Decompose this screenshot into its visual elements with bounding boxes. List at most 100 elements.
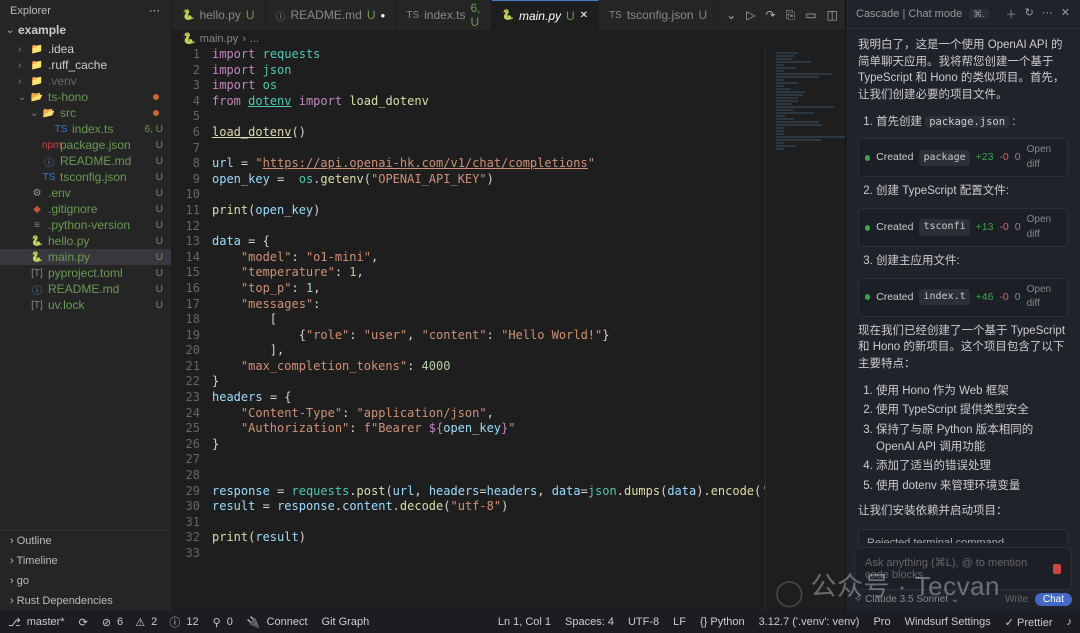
tab-action-0[interactable]: ⌄ [726,8,736,23]
code-line[interactable] [212,219,765,235]
git-branch[interactable]: ⎇ master* [8,616,65,629]
tree-item-pyprojecttoml[interactable]: [T]pyproject.tomlU [0,265,171,281]
status-spaces[interactable]: Spaces: 4 [565,616,614,628]
write-mode-button[interactable]: Write [1005,594,1028,605]
code-editor[interactable]: 1234567891011121314151617181920212223242… [172,47,845,611]
code-line[interactable] [212,187,765,203]
tree-item-ruff_cache[interactable]: ›📁.ruff_cache [0,57,171,73]
status-lncol[interactable]: Ln 1, Col 1 [498,616,551,628]
problems[interactable]: ⊘ 6 ⚠ 2 ⓘ 12 [102,614,199,630]
close-icon[interactable]: ✕ [1061,6,1070,22]
diff-card-2[interactable]: Created tsconfi +13 -0 0 Open diff [858,208,1068,247]
code-line[interactable]: "top_p": 1, [212,281,765,297]
code-line[interactable] [212,468,765,484]
code-line[interactable]: response = requests.post(url, headers=he… [212,484,765,500]
open-diff-button[interactable]: Open diff [1027,283,1061,312]
tab-indexts[interactable]: TSindex.ts6, U [396,0,491,30]
code-line[interactable] [212,452,765,468]
code-line[interactable]: from dotenv import load_dotenv [212,94,765,110]
tab-action-1[interactable]: ▷ [746,8,755,23]
code-line[interactable]: ], [212,343,765,359]
tree-item-indexts[interactable]: TSindex.ts6, U [0,121,171,137]
code-line[interactable]: print(result) [212,530,765,546]
tab-action-2[interactable]: ↷ [766,8,776,23]
plus-icon[interactable]: ＋ [1006,6,1017,22]
code-line[interactable]: "temperature": 1, [212,265,765,281]
code-lines[interactable]: import requestsimport jsonimport osfrom … [212,47,765,611]
tree-item-READMEmd[interactable]: ⓘREADME.mdU [0,281,171,297]
sync-icon[interactable]: ⟳ [79,616,88,629]
code-line[interactable]: import json [212,63,765,79]
tab-action-4[interactable]: ▭ [805,8,816,23]
tree-item-idea[interactable]: ›📁.idea [0,41,171,57]
code-line[interactable] [212,546,765,562]
tree-item-READMEmd[interactable]: ⓘREADME.mdU [0,153,171,169]
code-line[interactable]: "model": "o1-mini", [212,250,765,266]
code-line[interactable]: "max_completion_tokens": 4000 [212,359,765,375]
code-line[interactable]: } [212,437,765,453]
tree-item-hellopy[interactable]: 🐍hello.pyU [0,233,171,249]
status-encoding[interactable]: UTF-8 [628,616,659,628]
status-pro[interactable]: Pro [873,616,890,628]
tree-item-mainpy[interactable]: 🐍main.pyU [0,249,171,265]
history-icon[interactable]: ↻ [1025,6,1034,22]
git-graph[interactable]: Git Graph [322,616,370,628]
sidebar-section-rust-dependencies[interactable]: › Rust Dependencies [0,591,171,611]
code-line[interactable]: import os [212,78,765,94]
status-lang[interactable]: {} Python [700,616,745,628]
tab-mainpy[interactable]: 🐍main.pyU✕ [492,0,600,30]
code-line[interactable]: "Content-Type": "application/json", [212,406,765,422]
tree-item-tsconfigjson[interactable]: TStsconfig.jsonU [0,169,171,185]
code-line[interactable]: result = response.content.decode("utf-8"… [212,499,765,515]
explorer-more-icon[interactable]: ⋯ [149,4,161,17]
code-line[interactable]: url = "https://api.openai-hk.com/v1/chat… [212,156,765,172]
code-line[interactable]: {"role": "user", "content": "Hello World… [212,328,765,344]
radio-tower-icon[interactable]: ⚲ 0 [213,616,233,629]
code-line[interactable]: headers = { [212,390,765,406]
tree-item-env[interactable]: ⚙.envU [0,185,171,201]
model-selector[interactable]: Claude 3.5 Sonnet [865,594,948,605]
breadcrumb[interactable]: 🐍 main.py › ... [172,30,845,47]
more-icon[interactable]: ⋯ [1042,6,1053,22]
open-diff-button[interactable]: Open diff [1027,213,1061,242]
code-line[interactable]: "messages": [212,297,765,313]
tab-READMEmd[interactable]: ⓘREADME.mdU● [266,0,397,30]
tab-hellopy[interactable]: 🐍hello.pyU [172,0,266,30]
tab-action-3[interactable]: ⎘ [786,8,796,23]
cascade-input[interactable]: Ask anything (⌘L), @ to mention code blo… [854,547,1072,590]
open-diff-button[interactable]: Open diff [1027,143,1061,172]
code-line[interactable]: print(open_key) [212,203,765,219]
diff-card-1[interactable]: Created package +23 -0 0 Open diff [858,138,1068,177]
explorer-root[interactable]: ⌄ example [0,21,171,39]
chat-mode-button[interactable]: Chat [1035,593,1072,606]
code-line[interactable]: "Authorization": f"Bearer ${open_key}" [212,421,765,437]
code-line[interactable]: open_key = os.getenv("OPENAI_API_KEY") [212,172,765,188]
bell-icon[interactable]: ♪ [1067,616,1073,628]
tree-item-venv[interactable]: ›📁.venv [0,73,171,89]
code-line[interactable]: } [212,374,765,390]
status-pyver[interactable]: 3.12.7 ('.venv': venv) [759,616,860,628]
status-windsurf[interactable]: Windsurf Settings [905,616,991,628]
tree-item-pythonversion[interactable]: ≡.python-versionU [0,217,171,233]
tab-tsconfigjson[interactable]: TStsconfig.jsonU [599,0,718,30]
sidebar-section-go[interactable]: › go [0,571,171,591]
code-line[interactable]: data = { [212,234,765,250]
minimap[interactable] [765,47,845,611]
sidebar-section-outline[interactable]: › Outline [0,531,171,551]
tree-item-packagejson[interactable]: npmpackage.jsonU [0,137,171,153]
tree-item-src[interactable]: ⌄📂src [0,105,171,121]
code-line[interactable] [212,515,765,531]
tree-item-tshono[interactable]: ⌄📂ts-hono [0,89,171,105]
diff-card-3[interactable]: Created index.t +46 -0 0 Open diff [858,278,1068,317]
code-line[interactable]: import requests [212,47,765,63]
tree-item-gitignore[interactable]: ◆.gitignoreU [0,201,171,217]
code-line[interactable] [212,141,765,157]
status-eol[interactable]: LF [673,616,686,628]
code-line[interactable]: [ [212,312,765,328]
tab-close-icon[interactable]: ✕ [580,10,588,21]
stop-icon[interactable] [1053,564,1061,574]
code-line[interactable]: load_dotenv() [212,125,765,141]
code-line[interactable] [212,109,765,125]
status-prettier[interactable]: ✓ Prettier [1005,616,1053,629]
tab-action-5[interactable]: ◫ [827,8,838,23]
